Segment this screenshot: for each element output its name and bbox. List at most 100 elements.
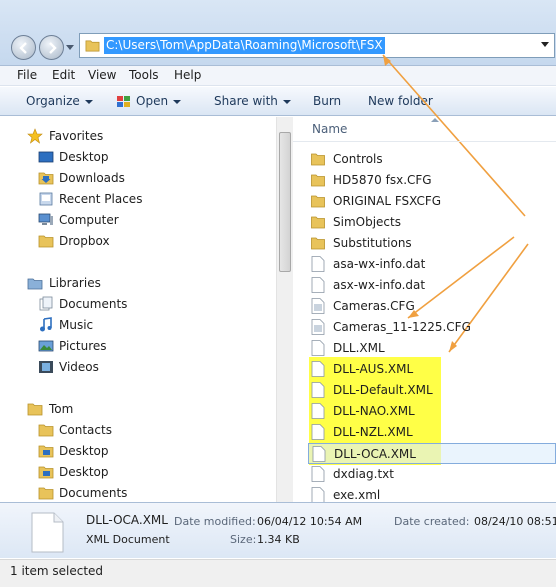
- nav-label: Pictures: [59, 339, 107, 353]
- share-with-label: Share with: [214, 94, 278, 108]
- recent-pages-dropdown[interactable]: [66, 43, 74, 51]
- file-row[interactable]: Cameras_11-1225.CFG: [308, 317, 556, 338]
- nav-label: Recent Places: [59, 192, 143, 206]
- xml-document-icon: [31, 512, 64, 553]
- file-name: DLL-Default.XML: [333, 383, 433, 397]
- sort-arrow-icon: [431, 118, 439, 122]
- navigation-pane: Favorites Desktop Downloads Recent Place…: [0, 117, 292, 502]
- file-row[interactable]: Substitutions: [308, 233, 556, 254]
- file-row[interactable]: DLL.XML: [308, 338, 556, 359]
- file-list: Name Controls HD5870 fsx.CFG ORIGINAL FSXC…: [293, 117, 556, 502]
- music-icon: [40, 317, 52, 332]
- menu-tools[interactable]: Tools: [129, 68, 159, 82]
- nav-label: Downloads: [59, 171, 125, 185]
- file-name: asa-wx-info.dat: [333, 257, 426, 271]
- computer-icon: [38, 213, 53, 225]
- menu-bar: File Edit View Tools Help: [0, 66, 556, 86]
- document-icon: [311, 361, 325, 377]
- file-row[interactable]: asa-wx-info.dat: [308, 254, 556, 275]
- open-icon: [117, 95, 130, 107]
- file-row[interactable]: DLL-NAO.XML: [308, 401, 556, 422]
- chevron-down-icon[interactable]: [541, 42, 549, 48]
- menu-edit[interactable]: Edit: [52, 68, 75, 82]
- open-button[interactable]: Open: [116, 94, 182, 109]
- details-pane: DLL-OCA.XML XML Document Date modified: …: [0, 502, 556, 558]
- address-field[interactable]: C:\Users\Tom\AppData\Roaming\Microsoft\F…: [79, 33, 555, 58]
- nav-label: Music: [59, 318, 94, 332]
- nav-label: Videos: [59, 360, 99, 374]
- nav-label: Documents: [59, 486, 128, 500]
- file-row[interactable]: Cameras.CFG: [308, 296, 556, 317]
- details-modified-value: 06/04/12 10:54 AM: [257, 515, 363, 528]
- file-name: Controls: [333, 152, 383, 166]
- nav-label: Favorites: [49, 129, 104, 143]
- desktop-folder-icon: [38, 466, 54, 479]
- folder-icon: [311, 237, 325, 250]
- new-folder-button[interactable]: New folder: [368, 94, 433, 108]
- details-file-type: XML Document: [86, 533, 170, 546]
- contacts-icon: [38, 424, 54, 437]
- share-with-button[interactable]: Share with: [214, 94, 291, 108]
- file-name: Cameras.CFG: [333, 299, 415, 313]
- file-name: Substitutions: [333, 236, 412, 250]
- burn-button[interactable]: Burn: [313, 94, 341, 108]
- document-icon: [311, 403, 325, 419]
- document-icon: [311, 382, 325, 398]
- organize-button[interactable]: Organize: [26, 94, 93, 108]
- document-icon: [311, 466, 325, 482]
- document-icon: [311, 424, 325, 440]
- user-folder-icon: [27, 403, 43, 416]
- nav-label: Contacts: [59, 423, 112, 437]
- nav-label: Libraries: [49, 276, 101, 290]
- folder-icon: [311, 174, 325, 187]
- file-row[interactable]: DLL-AUS.XML: [308, 359, 556, 380]
- address-path[interactable]: C:\Users\Tom\AppData\Roaming\Microsoft\F…: [104, 37, 385, 54]
- chevron-down-icon: [173, 99, 182, 104]
- file-row[interactable]: HD5870 fsx.CFG: [308, 170, 556, 191]
- file-row[interactable]: dxdiag.txt: [308, 464, 556, 485]
- file-row[interactable]: SimObjects: [308, 212, 556, 233]
- nav-label: Desktop: [59, 150, 109, 164]
- file-name: exe.xml: [333, 488, 381, 502]
- libraries-icon: [27, 278, 43, 290]
- file-row[interactable]: ORIGINAL FSXCFG: [308, 191, 556, 212]
- document-icon: [311, 340, 325, 356]
- document-icon: [311, 487, 325, 502]
- back-button[interactable]: [11, 35, 36, 60]
- column-header-label: Name: [312, 122, 348, 136]
- status-bar: 1 item selected: [0, 559, 556, 587]
- nav-label: Desktop: [59, 465, 109, 479]
- config-file-icon: [311, 319, 325, 335]
- desktop-folder-icon: [38, 445, 54, 458]
- chevron-down-icon: [84, 99, 93, 104]
- column-header-name[interactable]: Name: [293, 117, 556, 142]
- folder-icon: [311, 153, 325, 166]
- videos-icon: [39, 361, 53, 373]
- details-created-label: Date created:: [394, 515, 470, 528]
- file-name: asx-wx-info.dat: [333, 278, 426, 292]
- arrow-right-icon: [49, 42, 57, 54]
- file-row[interactable]: Controls: [308, 149, 556, 170]
- menu-file[interactable]: File: [17, 68, 37, 82]
- file-row[interactable]: exe.xml: [308, 485, 556, 502]
- documents-icon: [39, 296, 53, 311]
- details-size-label: Size:: [230, 533, 257, 546]
- file-name: DLL.XML: [333, 341, 385, 355]
- status-text: 1 item selected: [10, 564, 104, 578]
- scrollbar-thumb[interactable]: [279, 132, 291, 272]
- file-row[interactable]: DLL-OCA.XML: [308, 443, 556, 464]
- address-bar-region: C:\Users\Tom\AppData\Roaming\Microsoft\F…: [0, 0, 556, 66]
- navigation-scrollbar[interactable]: [276, 117, 293, 502]
- menu-help[interactable]: Help: [174, 68, 201, 82]
- file-name: DLL-AUS.XML: [333, 362, 414, 376]
- menu-view[interactable]: View: [88, 68, 116, 82]
- new-folder-label: New folder: [368, 94, 433, 108]
- file-row[interactable]: DLL-NZL.XML: [308, 422, 556, 443]
- details-size-value: 1.34 KB: [257, 533, 300, 546]
- forward-button[interactable]: [39, 35, 64, 60]
- file-row[interactable]: asx-wx-info.dat: [308, 275, 556, 296]
- open-label: Open: [136, 94, 169, 108]
- file-row[interactable]: DLL-Default.XML: [308, 380, 556, 401]
- command-bar: Organize Open Share with Burn New folder: [0, 87, 556, 116]
- document-icon: [311, 277, 325, 293]
